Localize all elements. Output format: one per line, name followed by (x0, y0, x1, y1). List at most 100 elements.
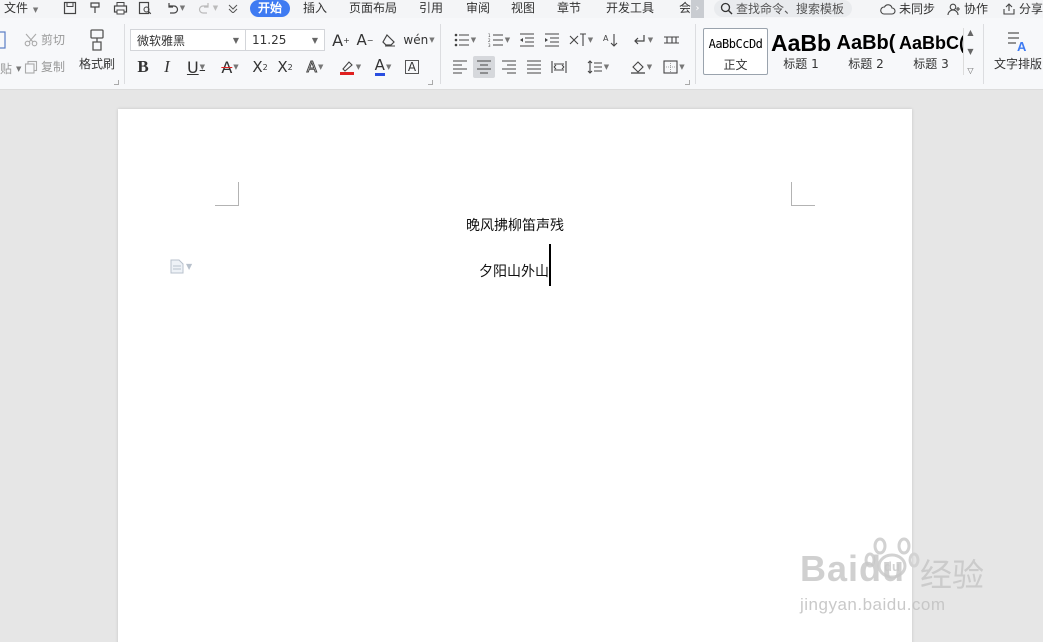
chevron-up-icon[interactable]: ▲ (967, 28, 973, 37)
chevron-down-icon: ▼ (232, 35, 239, 45)
print-preview-icon[interactable] (137, 0, 153, 16)
paragraph-layout-icon[interactable]: ▼ (170, 259, 192, 274)
tab-insert[interactable]: 插入 (303, 0, 327, 18)
save-icon[interactable] (62, 0, 78, 16)
align-left-icon[interactable] (449, 56, 471, 78)
style-heading-1-label: 标题 1 (783, 57, 819, 71)
chevron-down-icon: ▼ (186, 262, 193, 271)
chevron-down-icon: ▼ (32, 6, 39, 14)
font-name-combo[interactable]: 微软雅黑 ▼ (130, 29, 246, 51)
tab-references[interactable]: 引用 (419, 0, 443, 18)
watermark-brand: Baidu (800, 548, 906, 589)
shading-icon[interactable]: ▼ (626, 56, 656, 78)
chevron-down-icon[interactable]: ▼ (967, 47, 973, 56)
paragraph-dialog-launcher[interactable] (685, 80, 690, 85)
strikethrough-icon[interactable]: A ▼ (214, 56, 246, 78)
text-layout-label: 文字排版 (993, 57, 1042, 71)
bullet-list-icon[interactable]: ▼ (450, 29, 480, 51)
redo-icon[interactable]: ▼ (195, 0, 221, 16)
copy-button[interactable]: 复制 (24, 58, 65, 75)
undo-icon[interactable]: ▼ (162, 0, 188, 16)
share-button[interactable]: 分享 (1002, 0, 1043, 18)
tab-view[interactable]: 视图 (511, 0, 535, 18)
group-separator (124, 24, 125, 84)
table-tabs-icon[interactable] (660, 29, 682, 51)
font-dialog-launcher[interactable] (428, 80, 433, 85)
line-spacing-icon[interactable]: ▼ (583, 56, 613, 78)
tab-home[interactable]: 开始 (250, 0, 291, 17)
paste-label: 贴 (0, 62, 13, 76)
tab-file-label: 文件 (4, 1, 29, 15)
font-size-value: 11.25 (252, 33, 287, 47)
format-painter-icon[interactable] (87, 0, 103, 16)
group-separator (983, 24, 984, 84)
group-separator (695, 24, 696, 84)
command-search[interactable]: 查找命令、搜索模板 (714, 0, 853, 17)
text-effect-icon[interactable]: A ▼ (300, 56, 330, 78)
superscript-icon[interactable]: X2 (249, 56, 271, 78)
cut-button[interactable]: 剪切 (24, 31, 65, 48)
style-heading-1[interactable]: AaBb 标题 1 (769, 28, 833, 75)
borders-icon[interactable]: ▼ (659, 56, 689, 78)
margin-corner-top-right (791, 182, 815, 206)
customize-quick-access-icon[interactable] (225, 0, 241, 16)
style-heading-2[interactable]: AaBb( 标题 2 (834, 28, 898, 75)
paste-icon[interactable] (0, 28, 8, 50)
decrease-indent-icon[interactable] (516, 29, 538, 51)
subscript-icon[interactable]: X2 (274, 56, 296, 78)
shrink-font-icon[interactable]: A − (354, 29, 376, 51)
more-tabs-icon[interactable]: › (691, 0, 704, 18)
font-name-value: 微软雅黑 (137, 33, 186, 48)
font-size-combo[interactable]: 11.25 ▼ (245, 29, 325, 51)
styles-gallery-scroll[interactable]: ▲ ▼ ▽ (963, 28, 977, 75)
paste-dropdown[interactable]: 贴 ▼ (0, 60, 21, 77)
style-normal[interactable]: AaBbCcDd 正文 (703, 28, 768, 75)
character-border-icon[interactable]: A (401, 56, 423, 78)
style-heading-3[interactable]: AaBbC( 标题 3 (899, 28, 963, 75)
underline-icon[interactable]: U ▼ (180, 56, 212, 78)
style-normal-preview: AaBbCcDd (708, 37, 763, 51)
sort-icon[interactable]: A (600, 29, 622, 51)
brush-icon (90, 29, 104, 51)
format-painter-button[interactable]: 格式刷 (78, 28, 116, 80)
numbered-list-icon[interactable]: 1 2 3 ▼ (484, 29, 514, 51)
tab-file[interactable]: 文件 ▼ (4, 0, 38, 18)
distribute-icon[interactable] (548, 56, 570, 78)
tab-section[interactable]: 章节 (557, 0, 581, 18)
clipboard-dialog-launcher[interactable] (114, 80, 119, 85)
phonetic-guide-icon[interactable]: wén ▼ (403, 29, 434, 51)
tab-review[interactable]: 审阅 (466, 0, 490, 18)
collaborate-label: 协作 (964, 2, 989, 16)
clear-format-icon[interactable] (378, 29, 400, 51)
document-page[interactable]: 晚风拂柳笛声残 夕阳山外山 (118, 109, 912, 642)
unsynced-label: 未同步 (899, 2, 936, 16)
grow-font-icon[interactable]: A + (330, 29, 352, 51)
text-layout-button[interactable]: A 文字排版 (993, 30, 1043, 80)
tab-developer[interactable]: 开发工具 (606, 0, 654, 18)
chevron-down-icon: ▼ (311, 35, 318, 45)
style-heading-2-label: 标题 2 (848, 57, 884, 71)
tab-member[interactable]: 会 (679, 0, 691, 18)
show-marks-icon[interactable]: ▼ (627, 29, 657, 51)
increase-indent-icon[interactable] (541, 29, 563, 51)
font-color-icon[interactable]: A ▼ (368, 56, 398, 78)
align-center-icon[interactable] (473, 56, 495, 78)
collaborate-button[interactable]: 协作 (947, 0, 988, 18)
document-line-2-text: 夕阳山外山 (479, 264, 549, 280)
tab-page-layout[interactable]: 页面布局 (349, 0, 397, 18)
collaborate-icon (947, 3, 960, 15)
style-normal-label: 正文 (723, 58, 748, 72)
align-right-icon[interactable] (498, 56, 520, 78)
style-heading-3-preview: AaBbC( (899, 33, 963, 53)
highlight-icon[interactable]: ▼ (334, 56, 366, 78)
expand-gallery-icon[interactable]: ▽ (967, 66, 973, 75)
document-line-2[interactable]: 夕阳山外山 (118, 244, 912, 286)
sync-status[interactable]: 未同步 (880, 0, 935, 18)
copy-label: 复制 (41, 60, 66, 74)
justify-icon[interactable] (523, 56, 545, 78)
bold-icon[interactable]: B (132, 56, 154, 78)
italic-icon[interactable]: I (156, 56, 178, 78)
print-icon[interactable] (112, 0, 128, 16)
document-line-1[interactable]: 晚风拂柳笛声残 (118, 215, 912, 235)
chinese-layout-icon[interactable]: ▼ (566, 29, 596, 51)
